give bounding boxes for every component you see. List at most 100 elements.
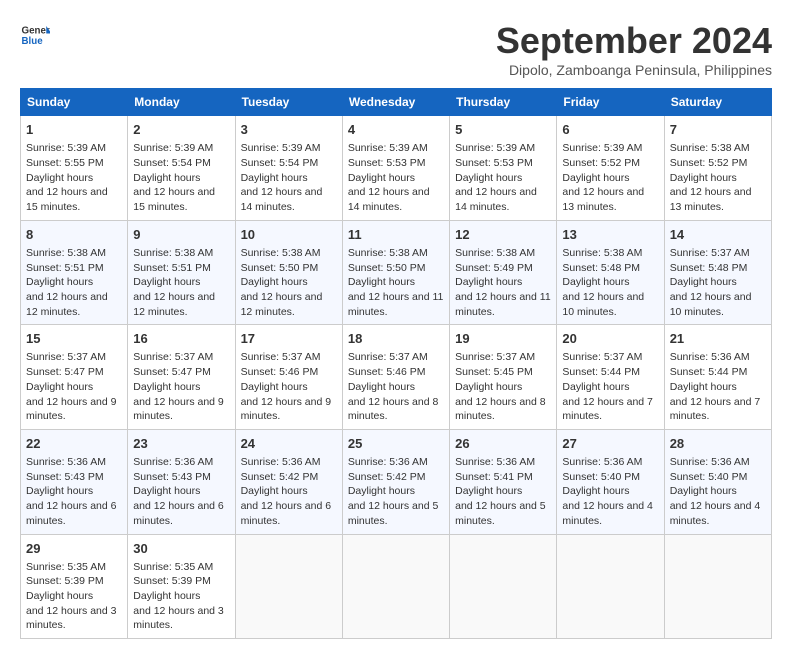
day-number: 30: [133, 540, 229, 558]
calendar-day-cell: [450, 534, 557, 639]
sunrise-label: Sunrise: 5:35 AM: [26, 561, 106, 573]
calendar-day-cell: [342, 534, 449, 639]
daylight-value: and 12 hours and 9 minutes.: [133, 396, 224, 423]
calendar-week-4: 22 Sunrise: 5:36 AM Sunset: 5:43 PM Dayligh…: [21, 429, 772, 534]
daylight-value: and 12 hours and 12 minutes.: [133, 291, 215, 318]
sunset-label: Sunset: 5:40 PM: [670, 471, 748, 483]
day-number: 15: [26, 330, 122, 348]
daylight-label: Daylight hours: [133, 590, 200, 602]
daylight-label: Daylight hours: [133, 485, 200, 497]
sunset-label: Sunset: 5:43 PM: [26, 471, 104, 483]
day-number: 10: [241, 226, 337, 244]
calendar-day-cell: 12Sunrise: 5:38 AMSunset: 5:49 PMDayligh…: [450, 220, 557, 325]
day-number: 13: [562, 226, 658, 244]
sunrise-label: Sunrise: 5:36 AM: [241, 456, 321, 468]
logo: General Blue: [20, 20, 50, 50]
day-number: 14: [670, 226, 766, 244]
sunrise-label: Sunrise: 5:38 AM: [241, 247, 321, 259]
sunrise-label: Sunrise: 5:38 AM: [26, 247, 106, 259]
daylight-label: Daylight hours: [455, 485, 522, 497]
daylight-label: Daylight hours: [562, 172, 629, 184]
sunrise-label: Sunrise: 5:39 AM: [348, 142, 428, 154]
calendar-week-2: 8Sunrise: 5:38 AMSunset: 5:51 PMDaylight…: [21, 220, 772, 325]
daylight-label: Daylight hours: [348, 172, 415, 184]
day-number: 23: [133, 435, 229, 453]
daylight-label: Daylight hours: [241, 485, 308, 497]
daylight-value: and 12 hours and 5 minutes.: [455, 500, 546, 527]
calendar-header-tuesday: Tuesday: [235, 89, 342, 116]
daylight-label: Daylight hours: [670, 485, 737, 497]
calendar-day-cell: 4Sunrise: 5:39 AMSunset: 5:53 PMDaylight…: [342, 116, 449, 221]
daylight-value: and 12 hours and 11 minutes.: [348, 291, 444, 318]
svg-text:General: General: [22, 26, 51, 37]
sunrise-label: Sunrise: 5:37 AM: [241, 351, 321, 363]
calendar-day-cell: 9Sunrise: 5:38 AMSunset: 5:51 PMDaylight…: [128, 220, 235, 325]
daylight-label: Daylight hours: [241, 381, 308, 393]
daylight-value: and 12 hours and 3 minutes.: [133, 605, 224, 632]
sunset-label: Sunset: 5:45 PM: [455, 366, 533, 378]
sunset-label: Sunset: 5:46 PM: [241, 366, 319, 378]
calendar-table: SundayMondayTuesdayWednesdayThursdayFrid…: [20, 88, 772, 639]
sunset-label: Sunset: 5:44 PM: [562, 366, 640, 378]
day-number: 1: [26, 121, 122, 139]
daylight-label: Daylight hours: [133, 276, 200, 288]
day-number: 2: [133, 121, 229, 139]
sunrise-label: Sunrise: 5:39 AM: [133, 142, 213, 154]
daylight-value: and 12 hours and 14 minutes.: [348, 186, 430, 213]
sunset-label: Sunset: 5:51 PM: [133, 262, 211, 274]
title-area: September 2024 Dipolo, Zamboanga Peninsu…: [496, 20, 772, 78]
calendar-week-5: 29Sunrise: 5:35 AMSunset: 5:39 PMDayligh…: [21, 534, 772, 639]
daylight-value: and 12 hours and 9 minutes.: [241, 396, 332, 423]
sunrise-label: Sunrise: 5:38 AM: [133, 247, 213, 259]
daylight-label: Daylight hours: [562, 381, 629, 393]
sunset-label: Sunset: 5:52 PM: [670, 157, 748, 169]
sunset-label: Sunset: 5:48 PM: [562, 262, 640, 274]
calendar-day-cell: 15Sunrise: 5:37 AMSunset: 5:47 PMDayligh…: [21, 325, 128, 430]
daylight-value: and 12 hours and 9 minutes.: [26, 396, 117, 423]
calendar-day-cell: 26Sunrise: 5:36 AMSunset: 5:41 PMDayligh…: [450, 429, 557, 534]
sunset-label: Sunset: 5:47 PM: [133, 366, 211, 378]
day-number: 22: [26, 435, 122, 453]
calendar-header-friday: Friday: [557, 89, 664, 116]
daylight-value: and 12 hours and 6 minutes.: [133, 500, 224, 527]
daylight-value: and 12 hours and 15 minutes.: [133, 186, 215, 213]
daylight-value: and 12 hours and 14 minutes.: [455, 186, 537, 213]
sunset-label: Sunset: 5:54 PM: [133, 157, 211, 169]
sunset-label: Sunset: 5:42 PM: [241, 471, 319, 483]
daylight-value: and 12 hours and 4 minutes.: [670, 500, 761, 527]
daylight-value: and 12 hours and 12 minutes.: [26, 291, 108, 318]
calendar-body: 1Sunrise: 5:39 AMSunset: 5:55 PMDaylight…: [21, 116, 772, 639]
daylight-value: and 12 hours and 4 minutes.: [562, 500, 653, 527]
calendar-day-cell: 11Sunrise: 5:38 AMSunset: 5:50 PMDayligh…: [342, 220, 449, 325]
sunset-label: Sunset: 5:52 PM: [562, 157, 640, 169]
sunset-label: Sunset: 5:50 PM: [348, 262, 426, 274]
sunrise-label: Sunrise: 5:36 AM: [455, 456, 535, 468]
daylight-value: and 12 hours and 11 minutes.: [455, 291, 551, 318]
sunrise-label: Sunrise: 5:35 AM: [133, 561, 213, 573]
calendar-day-cell: 19Sunrise: 5:37 AMSunset: 5:45 PMDayligh…: [450, 325, 557, 430]
day-number: 17: [241, 330, 337, 348]
sunrise-label: Sunrise: 5:39 AM: [26, 142, 106, 154]
sunset-label: Sunset: 5:43 PM: [133, 471, 211, 483]
sunrise-label: Sunrise: 5:39 AM: [562, 142, 642, 154]
day-number: 29: [26, 540, 122, 558]
calendar-day-cell: 10Sunrise: 5:38 AMSunset: 5:50 PMDayligh…: [235, 220, 342, 325]
calendar-day-cell: [557, 534, 664, 639]
day-number: 12: [455, 226, 551, 244]
daylight-value: and 12 hours and 13 minutes.: [670, 186, 752, 213]
daylight-label: Daylight hours: [26, 276, 93, 288]
calendar-day-cell: 3Sunrise: 5:39 AMSunset: 5:54 PMDaylight…: [235, 116, 342, 221]
sunrise-label: Sunrise: 5:36 AM: [562, 456, 642, 468]
calendar-day-cell: [664, 534, 771, 639]
day-number: 19: [455, 330, 551, 348]
day-number: 26: [455, 435, 551, 453]
daylight-value: and 12 hours and 6 minutes.: [241, 500, 332, 527]
sunset-label: Sunset: 5:48 PM: [670, 262, 748, 274]
calendar-day-cell: 28Sunrise: 5:36 AMSunset: 5:40 PMDayligh…: [664, 429, 771, 534]
calendar-day-cell: 2Sunrise: 5:39 AMSunset: 5:54 PMDaylight…: [128, 116, 235, 221]
location-subtitle: Dipolo, Zamboanga Peninsula, Philippines: [496, 62, 772, 78]
calendar-header-monday: Monday: [128, 89, 235, 116]
daylight-label: Daylight hours: [455, 276, 522, 288]
sunrise-label: Sunrise: 5:36 AM: [26, 456, 106, 468]
day-number: 21: [670, 330, 766, 348]
